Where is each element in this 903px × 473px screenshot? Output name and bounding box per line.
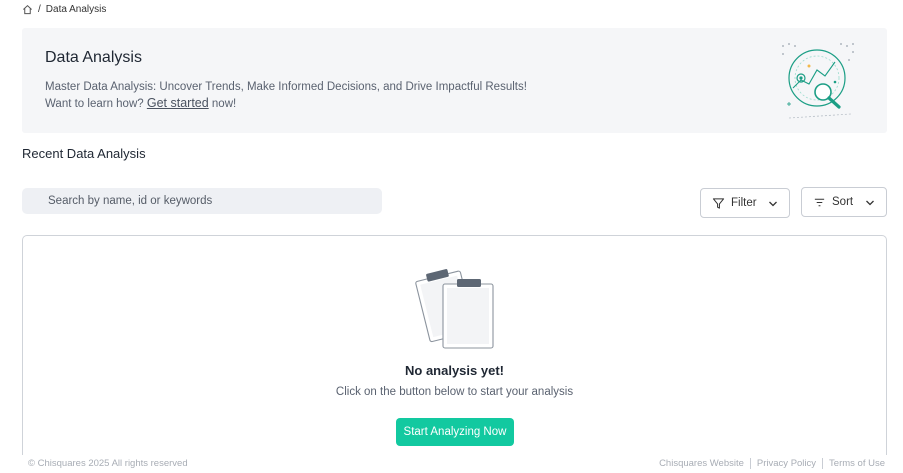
search-input[interactable] [22, 188, 382, 214]
empty-state-card: No analysis yet! Click on the button bel… [22, 235, 887, 465]
get-started-link[interactable]: Get started [147, 96, 209, 110]
copyright-text: © Chisquares 2025 All rights reserved [28, 458, 188, 469]
banner-description-text: Master Data Analysis: Uncover Trends, Ma… [45, 81, 527, 110]
chevron-down-icon [769, 201, 777, 207]
home-icon[interactable] [22, 4, 33, 15]
breadcrumb-separator: / [38, 3, 41, 15]
footer: © Chisquares 2025 All rights reserved Ch… [0, 455, 903, 473]
footer-link-privacy[interactable]: Privacy Policy [749, 458, 822, 469]
intro-banner: Data Analysis Master Data Analysis: Unco… [22, 28, 887, 133]
footer-link-terms[interactable]: Terms of Use [822, 458, 891, 469]
page: / Data Analysis Data Analysis Master Dat… [0, 0, 903, 473]
filter-label: Filter [731, 197, 757, 209]
section-title: Recent Data Analysis [22, 146, 146, 161]
sort-button[interactable]: Sort [801, 187, 887, 217]
magnifier-chart-icon [782, 43, 854, 119]
filter-icon [712, 197, 725, 209]
sort-lines-icon [814, 198, 825, 206]
banner-description-suffix: now! [211, 98, 237, 110]
footer-link-website[interactable]: Chisquares Website [653, 458, 750, 469]
empty-state-subtitle: Click on the button below to start your … [335, 386, 574, 398]
breadcrumb: / Data Analysis [22, 2, 106, 16]
sort-label: Sort [832, 196, 854, 208]
footer-links: Chisquares Website Privacy Policy Terms … [653, 458, 891, 469]
empty-state-title: No analysis yet! [405, 363, 504, 378]
clipboards-icon [415, 269, 494, 349]
breadcrumb-current: Data Analysis [45, 3, 107, 15]
start-analyzing-button[interactable]: Start Analyzing Now [396, 418, 514, 446]
chevron-down-icon [866, 200, 874, 206]
filter-button[interactable]: Filter [700, 188, 790, 218]
page-title: Data Analysis [45, 49, 142, 66]
banner-description: Master Data Analysis: Uncover Trends, Ma… [45, 79, 545, 112]
